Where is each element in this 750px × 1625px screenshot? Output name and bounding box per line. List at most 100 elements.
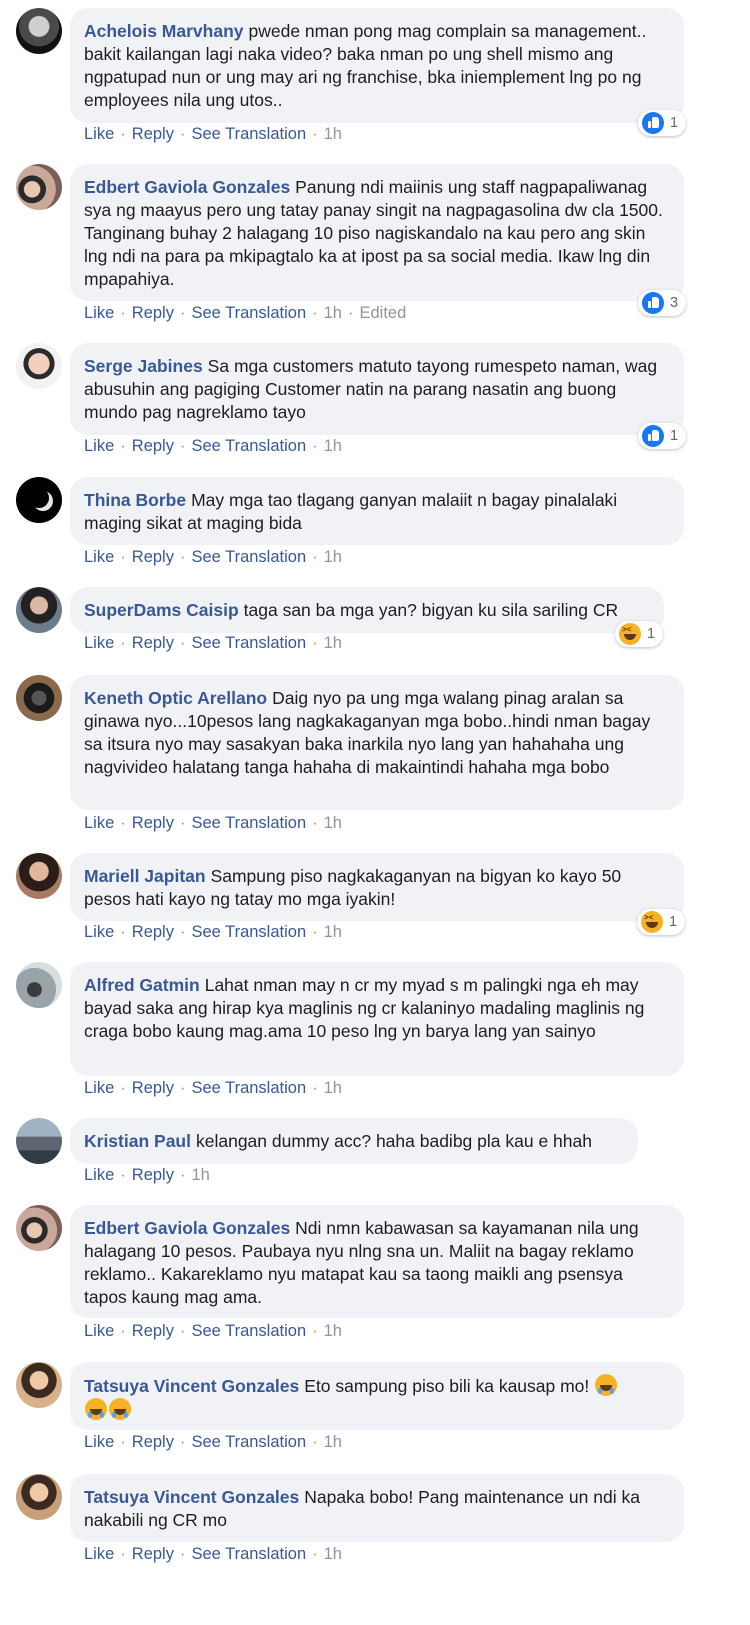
- comment-time[interactable]: 1h: [324, 1433, 342, 1451]
- comment-time[interactable]: 1h: [191, 1166, 209, 1184]
- like-link[interactable]: Like: [84, 548, 114, 566]
- see-translation-link[interactable]: See Translation: [191, 437, 306, 455]
- like-link[interactable]: Like: [84, 814, 114, 832]
- comment-actions: Like · Reply · See Translation · 1h · Edited: [84, 304, 406, 323]
- comment-time[interactable]: 1h: [324, 125, 342, 143]
- comment-time[interactable]: 1h: [324, 1545, 342, 1563]
- separator: ·: [312, 1433, 318, 1451]
- comment-time[interactable]: 1h: [324, 548, 342, 566]
- avatar[interactable]: [16, 675, 62, 721]
- reply-link[interactable]: Reply: [132, 1322, 174, 1340]
- avatar[interactable]: [16, 1362, 62, 1408]
- reply-link[interactable]: Reply: [132, 1166, 174, 1184]
- comment-bubble: SuperDams Caisip taga san ba mga yan? big…: [70, 587, 664, 633]
- reply-link[interactable]: Reply: [132, 548, 174, 566]
- comment-author[interactable]: Serge Jabines: [84, 356, 203, 376]
- avatar[interactable]: [16, 1205, 62, 1251]
- comment-author[interactable]: Tatsuya Vincent Gonzales: [84, 1376, 299, 1396]
- reply-link[interactable]: Reply: [132, 814, 174, 832]
- reply-link[interactable]: Reply: [132, 125, 174, 143]
- see-translation-link[interactable]: See Translation: [191, 125, 306, 143]
- reply-link[interactable]: Reply: [132, 1079, 174, 1097]
- reply-link[interactable]: Reply: [132, 437, 174, 455]
- separator: ·: [120, 304, 126, 322]
- comment-author[interactable]: Mariell Japitan: [84, 866, 206, 886]
- comment-time[interactable]: 1h: [324, 304, 342, 322]
- separator: ·: [179, 437, 186, 455]
- see-translation-link[interactable]: See Translation: [191, 1433, 306, 1451]
- separator: ·: [120, 1166, 126, 1184]
- comment-author[interactable]: Thina Borbe: [84, 490, 186, 510]
- avatar[interactable]: [16, 1474, 62, 1520]
- like-link[interactable]: Like: [84, 437, 114, 455]
- see-translation-link[interactable]: See Translation: [191, 923, 306, 941]
- comment-actions: Like · Reply · See Translation · 1h: [84, 634, 342, 653]
- avatar[interactable]: [16, 1118, 62, 1164]
- avatar[interactable]: [16, 477, 62, 523]
- reply-link[interactable]: Reply: [132, 923, 174, 941]
- like-link[interactable]: Like: [84, 1545, 114, 1563]
- see-translation-link[interactable]: See Translation: [191, 1079, 306, 1097]
- see-translation-link[interactable]: See Translation: [191, 814, 306, 832]
- separator: ·: [312, 1545, 318, 1563]
- comment-author[interactable]: Edbert Gaviola Gonzales: [84, 177, 290, 197]
- reply-link[interactable]: Reply: [132, 1433, 174, 1451]
- see-translation-link[interactable]: See Translation: [191, 304, 306, 322]
- comment-text: taga san ba mga yan? bigyan ku sila sari…: [243, 600, 619, 620]
- like-link[interactable]: Like: [84, 1079, 114, 1097]
- reaction-count: 1: [670, 115, 679, 131]
- like-link[interactable]: Like: [84, 1322, 114, 1340]
- reply-link[interactable]: Reply: [132, 1545, 174, 1563]
- reaction-summary[interactable]: 1: [638, 110, 687, 136]
- reaction-summary[interactable]: 1: [638, 423, 687, 449]
- like-link[interactable]: Like: [84, 125, 114, 143]
- like-link[interactable]: Like: [84, 1166, 114, 1184]
- comment-bubble: Serge Jabines Sa mga customers matuto tay…: [70, 343, 684, 435]
- avatar[interactable]: [16, 343, 62, 389]
- reaction-summary[interactable]: 1: [637, 909, 686, 935]
- comment-author[interactable]: SuperDams Caisip: [84, 600, 239, 620]
- comment-time[interactable]: 1h: [324, 437, 342, 455]
- comment-author[interactable]: Achelois Marvhany: [84, 21, 244, 41]
- like-link[interactable]: Like: [84, 304, 114, 322]
- avatar[interactable]: [16, 962, 62, 1008]
- reaction-summary[interactable]: 1: [615, 621, 664, 647]
- comment-time[interactable]: 1h: [324, 634, 342, 652]
- comment-time[interactable]: 1h: [324, 923, 342, 941]
- avatar[interactable]: [16, 587, 62, 633]
- comment-text: kelangan dummy acc? haha badibg pla kau …: [195, 1131, 592, 1151]
- avatar[interactable]: [16, 8, 62, 54]
- reaction-summary[interactable]: 3: [638, 290, 687, 316]
- comment-author[interactable]: Tatsuya Vincent Gonzales: [84, 1487, 299, 1507]
- comment-time[interactable]: 1h: [324, 1079, 342, 1097]
- see-translation-link[interactable]: See Translation: [191, 548, 306, 566]
- see-translation-link[interactable]: See Translation: [191, 634, 306, 652]
- like-link[interactable]: Like: [84, 923, 114, 941]
- comment-author[interactable]: Keneth Optic Arellano: [84, 688, 267, 708]
- reply-link[interactable]: Reply: [132, 304, 174, 322]
- comment-author[interactable]: Edbert Gaviola Gonzales: [84, 1218, 290, 1238]
- comment-actions: Like · Reply · See Translation · 1h: [84, 1545, 342, 1564]
- separator: ·: [312, 548, 318, 566]
- reply-link[interactable]: Reply: [132, 634, 174, 652]
- comment-time[interactable]: 1h: [324, 1322, 342, 1340]
- like-link[interactable]: Like: [84, 1433, 114, 1451]
- comment-author[interactable]: Kristian Paul: [84, 1131, 191, 1151]
- laughing-tears-emoji-icon: [109, 1398, 131, 1420]
- avatar[interactable]: [16, 853, 62, 899]
- see-translation-link[interactable]: See Translation: [191, 1322, 306, 1340]
- comment-author[interactable]: Alfred Gatmin: [84, 975, 200, 995]
- separator: ·: [179, 634, 186, 652]
- avatar[interactable]: [16, 164, 62, 210]
- like-link[interactable]: Like: [84, 634, 114, 652]
- reaction-count: 1: [647, 626, 656, 642]
- separator: ·: [120, 1079, 126, 1097]
- separator: ·: [312, 634, 318, 652]
- edited-label[interactable]: Edited: [359, 304, 406, 322]
- comment-time[interactable]: 1h: [324, 814, 342, 832]
- comment-bubble: Achelois Marvhany pwede nman pong mag com…: [70, 8, 684, 123]
- comment-actions: Like · Reply · See Translation · 1h: [84, 125, 342, 144]
- separator: ·: [179, 1545, 186, 1563]
- separator: ·: [312, 125, 318, 143]
- see-translation-link[interactable]: See Translation: [191, 1545, 306, 1563]
